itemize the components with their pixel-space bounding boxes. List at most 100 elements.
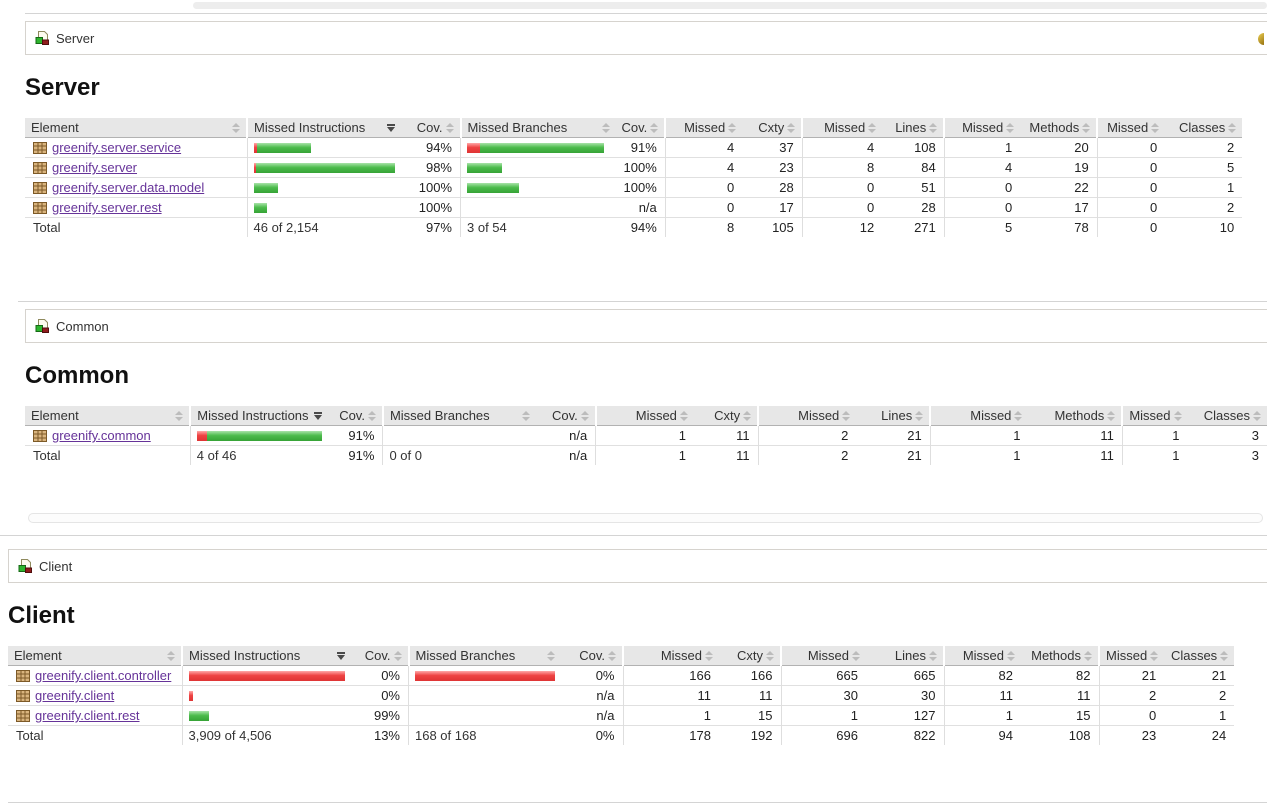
cell-cxty: 23 [742,158,802,178]
section-heading-client: Client [8,603,1267,629]
branch-cov-cell: n/a [616,198,666,218]
column-header-missed-branches[interactable]: Missed Branches [383,406,536,426]
sort-icon [1007,651,1015,661]
missed-instructions-cell [182,666,351,686]
cell-lines: 665 [866,666,944,686]
column-header-cxty[interactable]: Cxty [742,118,802,138]
total-label-cell: Total [25,218,247,238]
column-header-classes[interactable]: Classes [1165,118,1242,138]
column-header-cov-[interactable]: Cov. [328,406,383,426]
sort-icon [650,123,658,133]
column-header-element[interactable]: Element [8,646,182,666]
instr-cov-cell: 99% [351,706,409,726]
session-clock-icon[interactable] [1258,33,1264,45]
package-link[interactable]: greenify.client.controller [35,668,171,683]
table-row: greenify.server98%100%42388441905 [25,158,1242,178]
total-cell-missed-cxty: 8 [665,218,742,238]
horizontal-scrollbar-thumb[interactable] [193,2,1267,9]
group-icon [17,558,33,574]
sort-icon [602,123,610,133]
instr-cov-cell: 100% [401,198,461,218]
column-header-missed-branches[interactable]: Missed Branches [409,646,562,666]
table-row: greenify.server.rest100%n/a01702801702 [25,198,1242,218]
column-header-element[interactable]: Element [25,118,247,138]
column-header-methods[interactable]: Methods [1020,118,1097,138]
column-header-cxty[interactable]: Cxty [694,406,758,426]
cell-missed-methods: 1 [944,706,1021,726]
column-header-missed[interactable]: Missed [665,118,742,138]
total-cell-classes: 10 [1165,218,1242,238]
cell-missed-classes: 1 [1122,426,1187,446]
column-header-cov-[interactable]: Cov. [351,646,409,666]
column-header-methods[interactable]: Methods [1028,406,1122,426]
column-header-classes[interactable]: Classes [1164,646,1234,666]
total-cell-missed-lines: 696 [781,726,866,746]
total-cell-cxty: 105 [742,218,802,238]
total-branch-cov-cell: 94% [616,218,666,238]
column-header-missed[interactable]: Missed [1097,118,1165,138]
package-link[interactable]: greenify.client [35,688,114,703]
column-header-lines[interactable]: Lines [856,406,930,426]
package-link[interactable]: greenify.server.data.model [52,180,204,195]
element-cell: greenify.server.service [25,138,247,158]
column-header-cov-[interactable]: Cov. [536,406,595,426]
column-header-missed[interactable]: Missed [1122,406,1187,426]
missed-branches-cell [461,198,616,218]
sort-icon [743,411,751,421]
sort-icon [852,651,860,661]
column-header-methods[interactable]: Methods [1021,646,1099,666]
column-header-lines[interactable]: Lines [882,118,944,138]
column-header-label: Cov. [579,648,605,663]
column-header-missed[interactable]: Missed [758,406,856,426]
sort-icon [1084,651,1092,661]
sort-icon [1150,651,1158,661]
column-header-missed-instructions[interactable]: Missed Instructions [182,646,351,666]
column-header-missed[interactable]: Missed [944,118,1020,138]
column-header-missed-instructions[interactable]: Missed Instructions [190,406,328,426]
column-header-missed[interactable]: Missed [930,406,1028,426]
column-header-missed[interactable]: Missed [596,406,694,426]
total-branches-cell: 0 of 0 [383,446,536,466]
table-row: greenify.server.data.model100%100%028051… [25,178,1242,198]
cell-missed-cxty: 1 [596,426,694,446]
package-link[interactable]: greenify.server.service [52,140,181,155]
missed-instructions-cell [190,426,328,446]
sort-icon [868,123,876,133]
missed-branches-cell [461,178,616,198]
missed-branches-cell [409,686,562,706]
instr-cov-cell: 100% [401,178,461,198]
column-header-missed[interactable]: Missed [623,646,719,666]
column-header-missed-branches[interactable]: Missed Branches [461,118,616,138]
total-cell-methods: 78 [1020,218,1097,238]
column-header-cov-[interactable]: Cov. [616,118,666,138]
column-header-label: Cxty [758,120,784,135]
cell-classes: 1 [1164,706,1234,726]
column-header-classes[interactable]: Classes [1188,406,1267,426]
column-header-cxty[interactable]: Cxty [719,646,781,666]
total-cell-cxty: 11 [694,446,758,466]
branch-cov-cell: n/a [536,426,595,446]
column-header-label: Classes [1179,120,1225,135]
column-header-missed[interactable]: Missed [944,646,1021,666]
package-link[interactable]: greenify.common [52,428,151,443]
column-header-element[interactable]: Element [25,406,190,426]
column-header-lines[interactable]: Lines [866,646,944,666]
horizontal-scrollbar-track[interactable] [28,513,1263,523]
package-link[interactable]: greenify.server.rest [52,200,162,215]
sort-icon [581,411,589,421]
package-link[interactable]: greenify.server [52,160,137,175]
section-server: Server Server ElementMissed Instructions… [0,21,1267,237]
column-header-missed-instructions[interactable]: Missed Instructions [247,118,401,138]
column-header-missed[interactable]: Missed [781,646,866,666]
package-link[interactable]: greenify.client.rest [35,708,140,723]
cell-missed-methods: 4 [944,158,1020,178]
cell-cxty: 15 [719,706,781,726]
column-header-cov-[interactable]: Cov. [561,646,623,666]
column-header-missed[interactable]: Missed [1099,646,1164,666]
cell-cxty: 37 [742,138,802,158]
table-row: greenify.client.rest99%n/a115112711501 [8,706,1234,726]
sort-icon [1228,123,1236,133]
element-cell: greenify.client.rest [8,706,182,726]
column-header-missed[interactable]: Missed [802,118,882,138]
column-header-cov-[interactable]: Cov. [401,118,461,138]
